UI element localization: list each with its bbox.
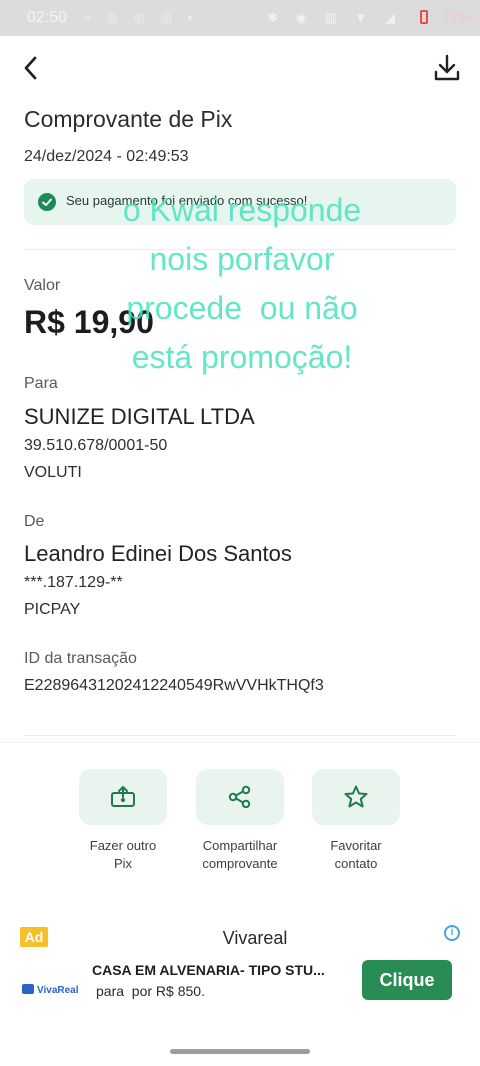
top-app-bar xyxy=(0,36,480,100)
status-time: 02:50 xyxy=(27,9,68,26)
system-status-icons: ✱ ◉ ▥ ▼ ◢ xyxy=(267,10,402,25)
new-pix-button[interactable] xyxy=(79,769,167,825)
share-icon xyxy=(228,785,251,809)
transaction-id-label: ID da transação xyxy=(24,650,137,667)
favorite-contact-label: Favoritar contato xyxy=(330,838,382,871)
payer-label: De xyxy=(24,513,45,530)
payer-bank: PICPAY xyxy=(24,601,81,618)
favorite-contact-action[interactable]: Favoritar contato xyxy=(311,769,401,873)
amount-value: R$ 19,90 xyxy=(24,304,154,340)
star-icon xyxy=(344,785,368,808)
recipient-bank: VOLUTI xyxy=(24,464,82,481)
payer-document: ***.187.129-** xyxy=(24,574,123,591)
success-message: Seu pagamento foi enviado com sucesso! xyxy=(66,193,308,208)
home-indicator[interactable] xyxy=(170,1049,310,1054)
divider xyxy=(24,249,456,250)
battery-percent: 77% xyxy=(441,9,472,26)
section-separator xyxy=(0,742,480,743)
ad-headline: CASA EM ALVENARIA- TIPO STU... xyxy=(92,962,325,978)
battery-icon xyxy=(420,10,428,24)
page-title: Comprovante de Pix xyxy=(24,106,233,132)
ad-subtext: para por R$ 850. xyxy=(96,983,205,999)
payer-name: Leandro Edinei Dos Santos xyxy=(24,541,292,566)
share-receipt-label: Compartilhar comprovante xyxy=(202,838,278,871)
status-bar: 02:50 ≈ ◎ ◎ ◎ • ✱ ◉ ▥ ▼ ◢ 77% xyxy=(0,0,480,36)
check-circle-icon xyxy=(38,193,56,211)
house-icon xyxy=(22,984,34,994)
ad-brand: Vivareal xyxy=(222,928,288,948)
ad-logo: VivaReal xyxy=(22,984,79,996)
divider xyxy=(24,735,456,736)
new-pix-label: Fazer outro Pix xyxy=(89,838,157,871)
back-button[interactable] xyxy=(16,50,50,86)
notification-icons: ≈ ◎ ◎ ◎ • xyxy=(84,10,199,25)
ad-cta-button[interactable]: Clique xyxy=(362,960,452,1000)
recipient-label: Para xyxy=(24,375,58,392)
download-icon xyxy=(434,54,460,81)
pix-transfer-icon xyxy=(111,786,135,807)
ad-logo-text: VivaReal xyxy=(37,985,79,996)
share-receipt-action[interactable]: Compartilhar comprovante xyxy=(195,769,285,873)
receipt-date: 24/dez/2024 - 02:49:53 xyxy=(24,148,189,165)
download-button[interactable] xyxy=(430,50,464,86)
transaction-id: E22896431202412240549RwVVHkTHQf3 xyxy=(24,677,324,694)
ad-info-icon[interactable]: i xyxy=(444,925,460,941)
new-pix-action[interactable]: Fazer outro Pix xyxy=(78,769,168,873)
recipient-document: 39.510.678/0001-50 xyxy=(24,437,168,454)
amount-label: Valor xyxy=(24,277,61,294)
success-banner: Seu pagamento foi enviado com sucesso! xyxy=(24,179,456,225)
recipient-name: SUNIZE DIGITAL LTDA xyxy=(24,404,255,429)
chevron-left-icon xyxy=(24,56,37,80)
share-receipt-button[interactable] xyxy=(196,769,284,825)
ad-banner[interactable]: Ad Vivareal i VivaReal CASA EM ALVENARIA… xyxy=(0,920,480,1020)
favorite-contact-button[interactable] xyxy=(312,769,400,825)
